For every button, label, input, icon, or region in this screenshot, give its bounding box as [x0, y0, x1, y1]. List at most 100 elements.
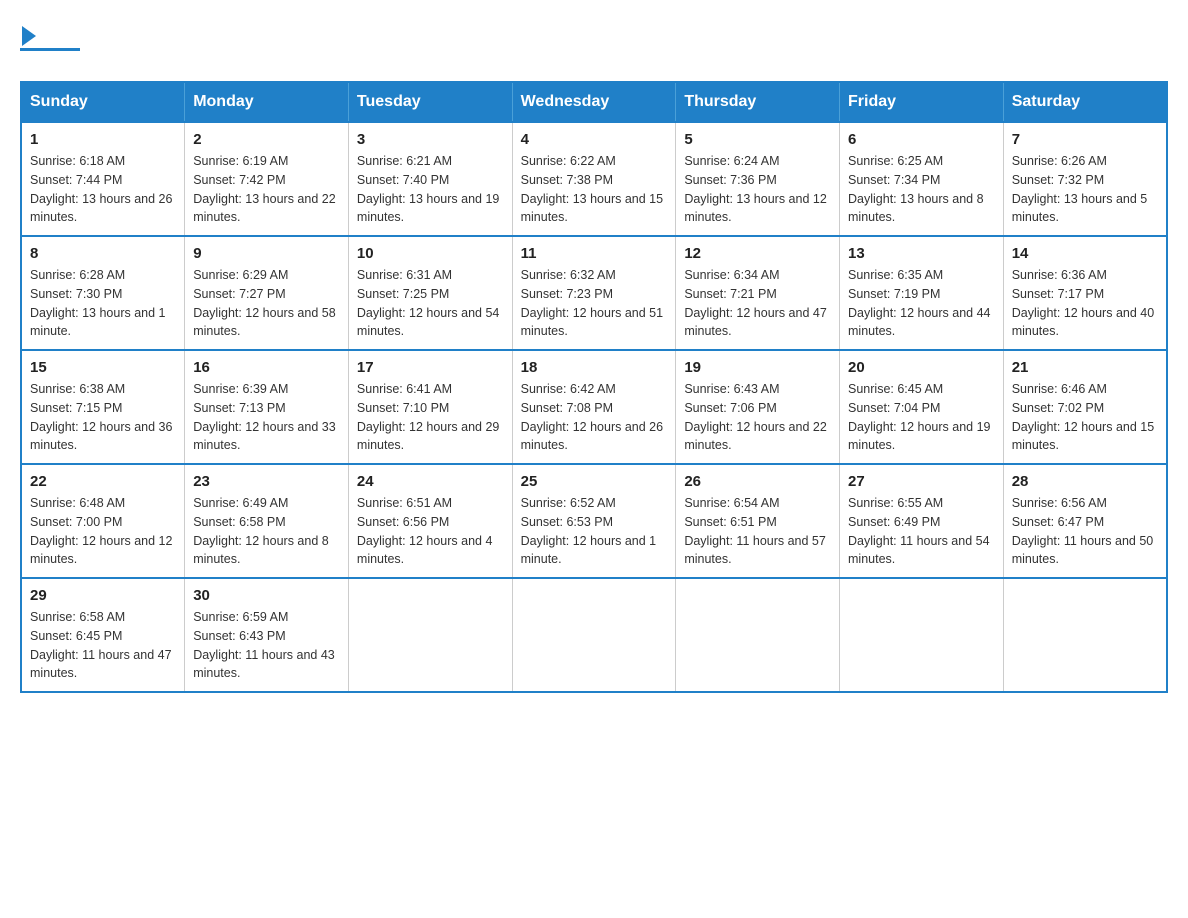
- day-number: 11: [521, 245, 668, 262]
- day-number: 2: [193, 131, 340, 148]
- day-info: Sunrise: 6:19 AMSunset: 7:42 PMDaylight:…: [193, 152, 340, 227]
- day-info: Sunrise: 6:31 AMSunset: 7:25 PMDaylight:…: [357, 266, 504, 341]
- day-number: 16: [193, 359, 340, 376]
- day-cell: 20Sunrise: 6:45 AMSunset: 7:04 PMDayligh…: [840, 350, 1004, 464]
- day-number: 30: [193, 587, 340, 604]
- day-cell: 15 Sunrise: 6:38 AMSunset: 7:15 PMDayligh…: [21, 350, 185, 464]
- day-cell: 3 Sunrise: 6:21 AMSunset: 7:40 PMDaylight…: [348, 122, 512, 236]
- day-number: 6: [848, 131, 995, 148]
- day-cell: [512, 578, 676, 692]
- calendar-table: SundayMondayTuesdayWednesdayThursdayFrid…: [20, 81, 1168, 693]
- day-info: Sunrise: 6:54 AMSunset: 6:51 PMDaylight:…: [684, 494, 831, 569]
- day-number: 15: [30, 359, 176, 376]
- day-info: Sunrise: 6:38 AMSunset: 7:15 PMDaylight:…: [30, 380, 176, 455]
- day-cell: 5 Sunrise: 6:24 AMSunset: 7:36 PMDaylight…: [676, 122, 840, 236]
- day-info: Sunrise: 6:26 AMSunset: 7:32 PMDaylight:…: [1012, 152, 1158, 227]
- day-number: 22: [30, 473, 176, 490]
- day-number: 18: [521, 359, 668, 376]
- day-number: 9: [193, 245, 340, 262]
- day-info: Sunrise: 6:46 AMSunset: 7:02 PMDaylight:…: [1012, 380, 1158, 455]
- day-cell: 23 Sunrise: 6:49 AMSunset: 6:58 PMDayligh…: [185, 464, 349, 578]
- day-cell: 16 Sunrise: 6:39 AMSunset: 7:13 PMDayligh…: [185, 350, 349, 464]
- header-thursday: Thursday: [676, 82, 840, 122]
- day-cell: 29 Sunrise: 6:58 AMSunset: 6:45 PMDayligh…: [21, 578, 185, 692]
- day-number: 5: [684, 131, 831, 148]
- day-info: Sunrise: 6:41 AMSunset: 7:10 PMDaylight:…: [357, 380, 504, 455]
- day-number: 1: [30, 131, 176, 148]
- day-cell: 21 Sunrise: 6:46 AMSunset: 7:02 PMDayligh…: [1003, 350, 1167, 464]
- day-cell: 18 Sunrise: 6:42 AMSunset: 7:08 PMDayligh…: [512, 350, 676, 464]
- day-info: Sunrise: 6:36 AMSunset: 7:17 PMDaylight:…: [1012, 266, 1158, 341]
- day-info: Sunrise: 6:28 AMSunset: 7:30 PMDaylight:…: [30, 266, 176, 341]
- day-cell: 17 Sunrise: 6:41 AMSunset: 7:10 PMDayligh…: [348, 350, 512, 464]
- day-number: 26: [684, 473, 831, 490]
- day-info: Sunrise: 6:58 AMSunset: 6:45 PMDaylight:…: [30, 608, 176, 683]
- day-info: Sunrise: 6:59 AMSunset: 6:43 PMDaylight:…: [193, 608, 340, 683]
- day-info: Sunrise: 6:56 AMSunset: 6:47 PMDaylight:…: [1012, 494, 1158, 569]
- day-info: Sunrise: 6:18 AMSunset: 7:44 PMDaylight:…: [30, 152, 176, 227]
- header-row: SundayMondayTuesdayWednesdayThursdayFrid…: [21, 82, 1167, 122]
- week-row-4: 29 Sunrise: 6:58 AMSunset: 6:45 PMDayligh…: [21, 578, 1167, 692]
- day-number: 28: [1012, 473, 1158, 490]
- day-info: Sunrise: 6:32 AMSunset: 7:23 PMDaylight:…: [521, 266, 668, 341]
- day-cell: 24 Sunrise: 6:51 AMSunset: 6:56 PMDayligh…: [348, 464, 512, 578]
- day-info: Sunrise: 6:25 AMSunset: 7:34 PMDaylight:…: [848, 152, 995, 227]
- header-wednesday: Wednesday: [512, 82, 676, 122]
- day-number: 20: [848, 359, 995, 376]
- day-cell: 22 Sunrise: 6:48 AMSunset: 7:00 PMDayligh…: [21, 464, 185, 578]
- day-cell: 30 Sunrise: 6:59 AMSunset: 6:43 PMDayligh…: [185, 578, 349, 692]
- day-info: Sunrise: 6:42 AMSunset: 7:08 PMDaylight:…: [521, 380, 668, 455]
- day-cell: 2 Sunrise: 6:19 AMSunset: 7:42 PMDaylight…: [185, 122, 349, 236]
- day-cell: 14 Sunrise: 6:36 AMSunset: 7:17 PMDayligh…: [1003, 236, 1167, 350]
- day-info: Sunrise: 6:51 AMSunset: 6:56 PMDaylight:…: [357, 494, 504, 569]
- day-number: 3: [357, 131, 504, 148]
- day-number: 19: [684, 359, 831, 376]
- day-cell: 13 Sunrise: 6:35 AMSunset: 7:19 PMDayligh…: [840, 236, 1004, 350]
- day-number: 24: [357, 473, 504, 490]
- week-row-0: 1 Sunrise: 6:18 AMSunset: 7:44 PMDaylight…: [21, 122, 1167, 236]
- logo-triangle-icon: [22, 26, 36, 46]
- logo: [20, 20, 84, 61]
- week-row-3: 22 Sunrise: 6:48 AMSunset: 7:00 PMDayligh…: [21, 464, 1167, 578]
- day-cell: 10 Sunrise: 6:31 AMSunset: 7:25 PMDayligh…: [348, 236, 512, 350]
- day-number: 10: [357, 245, 504, 262]
- day-cell: 19 Sunrise: 6:43 AMSunset: 7:06 PMDayligh…: [676, 350, 840, 464]
- day-cell: 26 Sunrise: 6:54 AMSunset: 6:51 PMDayligh…: [676, 464, 840, 578]
- day-cell: 1 Sunrise: 6:18 AMSunset: 7:44 PMDaylight…: [21, 122, 185, 236]
- day-info: Sunrise: 6:39 AMSunset: 7:13 PMDaylight:…: [193, 380, 340, 455]
- calendar-body: 1 Sunrise: 6:18 AMSunset: 7:44 PMDaylight…: [21, 122, 1167, 692]
- header: [20, 20, 1168, 61]
- day-cell: 6 Sunrise: 6:25 AMSunset: 7:34 PMDaylight…: [840, 122, 1004, 236]
- day-number: 21: [1012, 359, 1158, 376]
- header-saturday: Saturday: [1003, 82, 1167, 122]
- day-info: Sunrise: 6:49 AMSunset: 6:58 PMDaylight:…: [193, 494, 340, 569]
- day-info: Sunrise: 6:55 AMSunset: 6:49 PMDaylight:…: [848, 494, 995, 569]
- day-info: Sunrise: 6:29 AMSunset: 7:27 PMDaylight:…: [193, 266, 340, 341]
- day-number: 13: [848, 245, 995, 262]
- day-info: Sunrise: 6:43 AMSunset: 7:06 PMDaylight:…: [684, 380, 831, 455]
- logo-line: [20, 48, 80, 51]
- day-cell: 8 Sunrise: 6:28 AMSunset: 7:30 PMDaylight…: [21, 236, 185, 350]
- day-cell: [840, 578, 1004, 692]
- day-info: Sunrise: 6:21 AMSunset: 7:40 PMDaylight:…: [357, 152, 504, 227]
- day-number: 25: [521, 473, 668, 490]
- day-cell: [1003, 578, 1167, 692]
- day-number: 8: [30, 245, 176, 262]
- day-cell: 9 Sunrise: 6:29 AMSunset: 7:27 PMDaylight…: [185, 236, 349, 350]
- day-info: Sunrise: 6:22 AMSunset: 7:38 PMDaylight:…: [521, 152, 668, 227]
- header-friday: Friday: [840, 82, 1004, 122]
- day-cell: [676, 578, 840, 692]
- day-cell: [348, 578, 512, 692]
- day-number: 14: [1012, 245, 1158, 262]
- day-number: 29: [30, 587, 176, 604]
- day-info: Sunrise: 6:52 AMSunset: 6:53 PMDaylight:…: [521, 494, 668, 569]
- day-info: Sunrise: 6:48 AMSunset: 7:00 PMDaylight:…: [30, 494, 176, 569]
- header-sunday: Sunday: [21, 82, 185, 122]
- day-info: Sunrise: 6:24 AMSunset: 7:36 PMDaylight:…: [684, 152, 831, 227]
- day-number: 23: [193, 473, 340, 490]
- calendar-header: SundayMondayTuesdayWednesdayThursdayFrid…: [21, 82, 1167, 122]
- day-number: 17: [357, 359, 504, 376]
- day-cell: 4Sunrise: 6:22 AMSunset: 7:38 PMDaylight…: [512, 122, 676, 236]
- day-info: Sunrise: 6:35 AMSunset: 7:19 PMDaylight:…: [848, 266, 995, 341]
- day-cell: 25 Sunrise: 6:52 AMSunset: 6:53 PMDayligh…: [512, 464, 676, 578]
